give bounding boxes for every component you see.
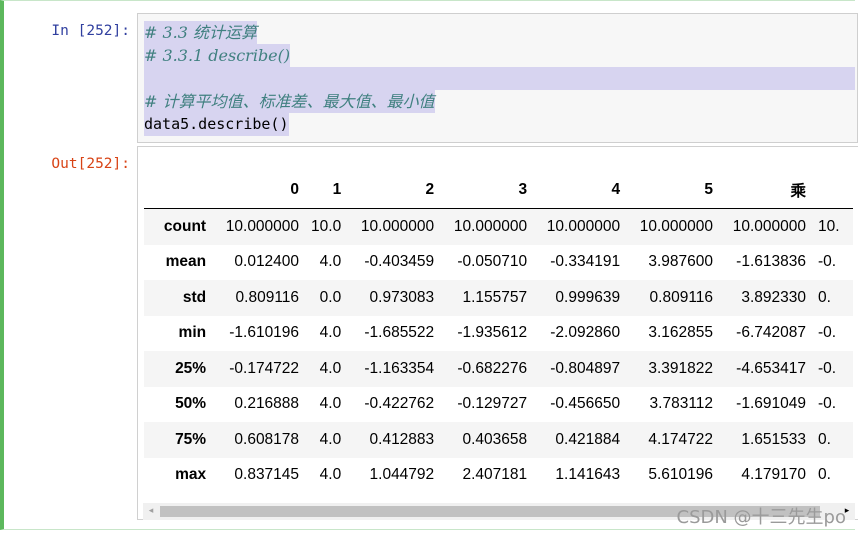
table-cell: -1.613836 xyxy=(736,253,806,271)
table-cell: 3.892330 xyxy=(741,288,806,306)
table-row: mean 0.012400 4.0 -0.403459 -0.050710 -0.3341… xyxy=(144,245,853,281)
col-header: 2 xyxy=(347,172,441,209)
row-label: mean xyxy=(165,253,207,271)
col-header: 4 xyxy=(533,172,627,209)
table-cell: -1.935612 xyxy=(457,324,528,342)
table-cell: 0.608178 xyxy=(234,430,300,448)
table-cell: 10.000000 xyxy=(732,217,806,235)
table-cell: 1.155757 xyxy=(462,288,528,306)
table-row: max 0.837145 4.0 1.044792 2.407181 1.141643 5.… xyxy=(144,458,853,494)
table-cell: 3.987600 xyxy=(648,253,714,271)
table-cell: -0.804897 xyxy=(550,359,621,377)
col-header: 3 xyxy=(440,172,534,209)
table-cell: -0.334191 xyxy=(550,253,621,271)
table-cell: 10.000000 xyxy=(360,217,435,235)
table-cell: 4.0 xyxy=(319,466,342,484)
table-cell: -2.092860 xyxy=(550,324,621,342)
row-label: count xyxy=(163,217,207,235)
describe-dataframe: 0 1 2 3 4 5 乘 count 10.000000 10.0 10.00000… xyxy=(144,172,853,493)
table-cell: 10.0 xyxy=(311,217,342,235)
row-label: 25% xyxy=(175,359,207,377)
table-cell: 4.0 xyxy=(319,324,342,342)
col-header: 乘 xyxy=(719,172,812,209)
table-cell: 10.000000 xyxy=(225,217,300,235)
table-cell: -0. xyxy=(817,359,837,377)
table-cell: -0.129727 xyxy=(457,395,528,413)
header-row: 0 1 2 3 4 5 乘 xyxy=(144,172,853,209)
table-cell: 0. xyxy=(817,430,831,448)
table-cell: -0.050710 xyxy=(457,253,528,271)
table-cell: -0.456650 xyxy=(550,395,621,413)
table-cell: 4.0 xyxy=(319,253,342,271)
table-cell: -0. xyxy=(817,253,837,271)
table-cell: 1.141643 xyxy=(555,466,621,484)
table-cell: 10.000000 xyxy=(453,217,528,235)
table-cell: -1.685522 xyxy=(364,324,435,342)
table-cell: 1.044792 xyxy=(369,466,435,484)
table-cell: 4.0 xyxy=(319,359,342,377)
table-cell: -0. xyxy=(817,324,837,342)
col-header: 0 xyxy=(212,172,306,209)
table-cell: -0.422762 xyxy=(364,395,435,413)
table-cell: 3.783112 xyxy=(649,395,714,413)
table-row: 75% 0.608178 4.0 0.412883 0.403658 0.421884 4.… xyxy=(144,422,853,458)
row-label: std xyxy=(182,288,207,306)
table-cell: 0.837145 xyxy=(234,466,300,484)
table-cell: 4.179170 xyxy=(741,466,806,484)
table-cell: -0.682276 xyxy=(457,359,528,377)
table-cell: 4.174722 xyxy=(648,430,714,448)
table-cell: 0. xyxy=(817,466,831,484)
index-header xyxy=(144,172,213,209)
row-label: max xyxy=(175,466,207,484)
col-header xyxy=(811,172,853,209)
table-cell: 0.0 xyxy=(319,288,342,306)
table-cell: 4.0 xyxy=(319,395,342,413)
table-cell: -0.174722 xyxy=(229,359,300,377)
table-cell: 0.012400 xyxy=(234,253,300,271)
col-header: 1 xyxy=(305,172,348,209)
table-cell: 3.391822 xyxy=(648,359,714,377)
row-label: 50% xyxy=(175,395,207,413)
table-cell: 0.403658 xyxy=(462,430,528,448)
table-cell: -1.691049 xyxy=(736,395,806,413)
table-row: count 10.000000 10.0 10.000000 10.000000 10.0… xyxy=(144,208,853,245)
table-cell: 0.216888 xyxy=(234,395,300,413)
table-row: std 0.809116 0.0 0.973083 1.155757 0.999639 0.… xyxy=(144,280,853,316)
table-cell: -1.610196 xyxy=(229,324,300,342)
watermark: CSDN @十三先生po xyxy=(676,507,846,528)
table-cell: 0.412883 xyxy=(369,430,435,448)
table-cell: 0.809116 xyxy=(235,288,300,306)
table-cell: 10.000000 xyxy=(546,217,621,235)
row-label: min xyxy=(178,324,207,342)
scroll-left-arrow-icon[interactable]: ◂ xyxy=(143,503,159,520)
table-cell: 0.999639 xyxy=(555,288,621,306)
table-cell: 0.973083 xyxy=(369,288,435,306)
col-header: 5 xyxy=(626,172,720,209)
table-cell: 0.809116 xyxy=(649,288,714,306)
row-label: 75% xyxy=(175,430,207,448)
table-cell: 10. xyxy=(817,217,840,235)
table-cell: 10.000000 xyxy=(639,217,714,235)
table-cell: -0. xyxy=(817,395,837,413)
table-cell: 0. xyxy=(817,288,831,306)
table-cell: 1.651533 xyxy=(741,430,806,448)
table-cell: 4.0 xyxy=(319,430,342,448)
table-cell: -0.403459 xyxy=(364,253,435,271)
table-cell: 2.407181 xyxy=(462,466,528,484)
table-cell: 0.421884 xyxy=(555,430,621,448)
table-cell: 3.162855 xyxy=(648,324,714,342)
table-row: min -1.610196 4.0 -1.685522 -1.935612 -2.0928… xyxy=(144,316,853,352)
table-cell: -1.163354 xyxy=(364,359,435,377)
table-cell: -6.742087 xyxy=(736,324,806,342)
table-row: 25% -0.174722 4.0 -1.163354 -0.682276 -0.8048… xyxy=(144,351,853,387)
table-cell: -4.653417 xyxy=(736,359,806,377)
table-cell: 5.610196 xyxy=(648,466,714,484)
table-row: 50% 0.216888 4.0 -0.422762 -0.129727 -0.45665… xyxy=(144,387,853,423)
